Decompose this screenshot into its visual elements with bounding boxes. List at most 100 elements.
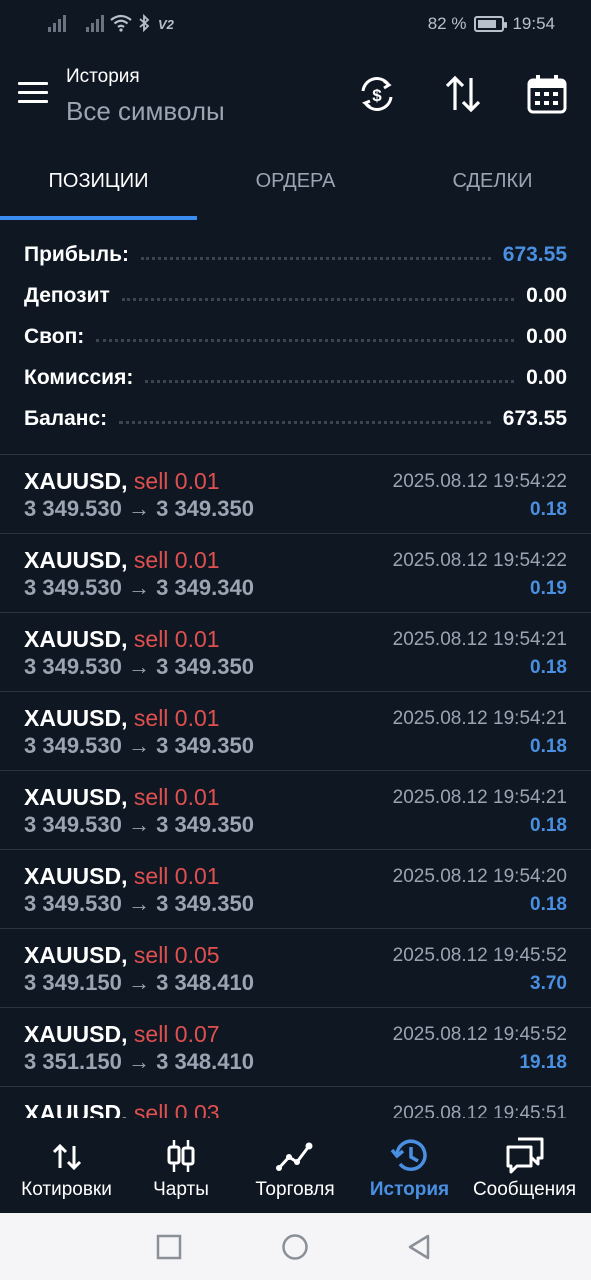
summary-label: Депозит	[24, 283, 110, 307]
status-bar-left: V2	[48, 14, 174, 32]
deal-profit: 3.70	[530, 973, 567, 994]
battery-icon	[474, 16, 508, 32]
deal-row[interactable]: XAUUSD, sell 0.07 3 351.150 → 3 348.410 …	[0, 1008, 591, 1087]
deal-row[interactable]: XAUUSD, sell 0.01 3 349.530 → 3 349.350 …	[0, 455, 591, 534]
leader-dots	[121, 298, 515, 301]
deal-profit: 0.18	[530, 815, 567, 836]
leader-dots	[96, 339, 515, 342]
back-icon[interactable]	[405, 1233, 433, 1261]
deal-time: 2025.08.12 19:54:21	[392, 787, 567, 808]
symbol-filter[interactable]: Все символы	[66, 96, 225, 127]
summary-row-profit: Прибыль: 673.55	[0, 234, 591, 275]
nav-label: История	[369, 1179, 450, 1200]
deal-symbol: XAUUSD,	[24, 784, 128, 810]
deal-side: sell 0.01	[133, 547, 220, 573]
nav-label: Котировки	[21, 1179, 112, 1200]
deal-prices: 3 349.530 → 3 349.350	[24, 733, 254, 758]
deal-symbol-line: XAUUSD, sell 0.01	[24, 468, 220, 495]
deal-prices: 3 349.150 → 3 348.410	[24, 970, 254, 995]
deal-symbol-line: XAUUSD, sell 0.05	[24, 942, 220, 969]
deal-prices: 3 349.530 → 3 349.340	[24, 575, 254, 600]
deal-time: 2025.08.12 19:45:52	[392, 1024, 567, 1045]
deal-profit: 0.18	[530, 499, 567, 520]
summary-value: 0.00	[526, 324, 567, 348]
battery-percent: 82 %	[427, 14, 467, 33]
deal-time: 2025.08.12 19:45:51	[392, 1103, 567, 1118]
calendar-icon[interactable]	[527, 74, 567, 114]
deal-row[interactable]: XAUUSD, sell 0.01 3 349.530 → 3 349.350 …	[0, 850, 591, 929]
nav-label: Чарты	[153, 1179, 209, 1200]
menu-icon[interactable]	[18, 82, 48, 104]
tab-positions[interactable]: ПОЗИЦИИ	[0, 142, 197, 220]
candlestick-chart-icon	[167, 1140, 195, 1172]
currency-exchange-icon[interactable]: $	[357, 74, 397, 114]
nav-trade[interactable]: Торговля	[229, 1118, 361, 1213]
deal-row[interactable]: XAUUSD, sell 0.01 3 349.530 → 3 349.350 …	[0, 613, 591, 692]
app-bar: История Все символы $	[0, 50, 591, 142]
page-title: История	[66, 66, 140, 87]
summary-label: Прибыль:	[24, 242, 129, 266]
deal-symbol: XAUUSD,	[24, 705, 128, 731]
summary-value: 673.55	[502, 406, 567, 430]
tab-orders[interactable]: ОРДЕРА	[197, 142, 394, 220]
nav-label: Торговля	[255, 1179, 335, 1200]
summary-label: Баланс:	[24, 406, 108, 430]
summary-label: Своп:	[24, 324, 85, 348]
nav-charts[interactable]: Чарты	[133, 1118, 229, 1213]
deal-symbol: XAUUSD,	[24, 547, 128, 573]
summary-value: 0.00	[526, 283, 567, 307]
deal-prices: 3 349.530 → 3 349.350	[24, 496, 254, 521]
deal-side: sell 0.05	[133, 942, 220, 968]
deal-side: sell 0.01	[133, 626, 220, 652]
home-icon[interactable]	[281, 1233, 309, 1261]
trade-chart-icon	[276, 1142, 313, 1171]
wifi-icon	[110, 14, 132, 32]
deal-symbol-line: XAUUSD, sell 0.01	[24, 705, 220, 732]
deal-row[interactable]: XAUUSD, sell 0.05 3 349.150 → 3 348.410 …	[0, 929, 591, 1008]
deal-side: sell 0.03	[133, 1100, 220, 1118]
sort-icon[interactable]	[443, 74, 483, 114]
recents-icon[interactable]	[155, 1233, 183, 1261]
deals-list[interactable]: XAUUSD, sell 0.01 3 349.530 → 3 349.350 …	[0, 454, 591, 1118]
deal-profit: 19.18	[519, 1052, 567, 1073]
bottom-nav: Котировки Чарты Торговля История Сообщен…	[0, 1118, 591, 1213]
summary-label: Комиссия:	[24, 365, 134, 389]
deal-time: 2025.08.12 19:54:22	[392, 471, 567, 492]
deal-symbol: XAUUSD,	[24, 863, 128, 889]
deal-symbol-line: XAUUSD, sell 0.01	[24, 863, 220, 890]
signal-icon	[48, 14, 66, 32]
deal-symbol: XAUUSD,	[24, 1021, 128, 1047]
summary-row-commission: Комиссия: 0.00	[0, 357, 591, 398]
nav-messages[interactable]: Сообщения	[458, 1118, 591, 1213]
deal-row[interactable]: XAUUSD, sell 0.01 3 349.530 → 3 349.350 …	[0, 771, 591, 850]
deal-symbol: XAUUSD,	[24, 626, 128, 652]
messages-icon	[506, 1137, 543, 1174]
nav-label: Сообщения	[472, 1179, 577, 1200]
deal-row[interactable]: XAUUSD, sell 0.01 3 349.530 → 3 349.340 …	[0, 534, 591, 613]
deal-profit: 0.18	[530, 736, 567, 757]
history-icon	[390, 1139, 427, 1172]
deal-symbol-line: XAUUSD, sell 0.01	[24, 626, 220, 653]
leader-dots	[145, 380, 515, 383]
deal-side: sell 0.01	[133, 468, 220, 494]
deal-time: 2025.08.12 19:45:52	[392, 945, 567, 966]
quotes-icon	[52, 1143, 81, 1171]
nav-quotes[interactable]: Котировки	[0, 1118, 133, 1213]
deal-prices: 3 349.530 → 3 349.350	[24, 891, 254, 916]
tab-deals[interactable]: СДЕЛКИ	[394, 142, 591, 220]
deal-row[interactable]: XAUUSD, sell 0.03 2025.08.12 19:45:51	[0, 1087, 591, 1118]
deal-prices: 3 349.530 → 3 349.350	[24, 812, 254, 837]
deal-row[interactable]: XAUUSD, sell 0.01 3 349.530 → 3 349.350 …	[0, 692, 591, 771]
nav-history[interactable]: История	[361, 1118, 458, 1213]
deal-time: 2025.08.12 19:54:20	[392, 866, 567, 887]
summary-value: 673.55	[502, 242, 567, 266]
status-bar: V2 82 % 19:54	[0, 0, 591, 50]
deal-symbol-line: XAUUSD, sell 0.01	[24, 784, 220, 811]
network-label: V2	[158, 17, 174, 32]
deal-time: 2025.08.12 19:54:21	[392, 708, 567, 729]
clock: 19:54	[512, 14, 555, 33]
deal-symbol: XAUUSD,	[24, 942, 128, 968]
deal-symbol-line: XAUUSD, sell 0.01	[24, 547, 220, 574]
deal-side: sell 0.07	[133, 1021, 220, 1047]
deal-time: 2025.08.12 19:54:21	[392, 629, 567, 650]
